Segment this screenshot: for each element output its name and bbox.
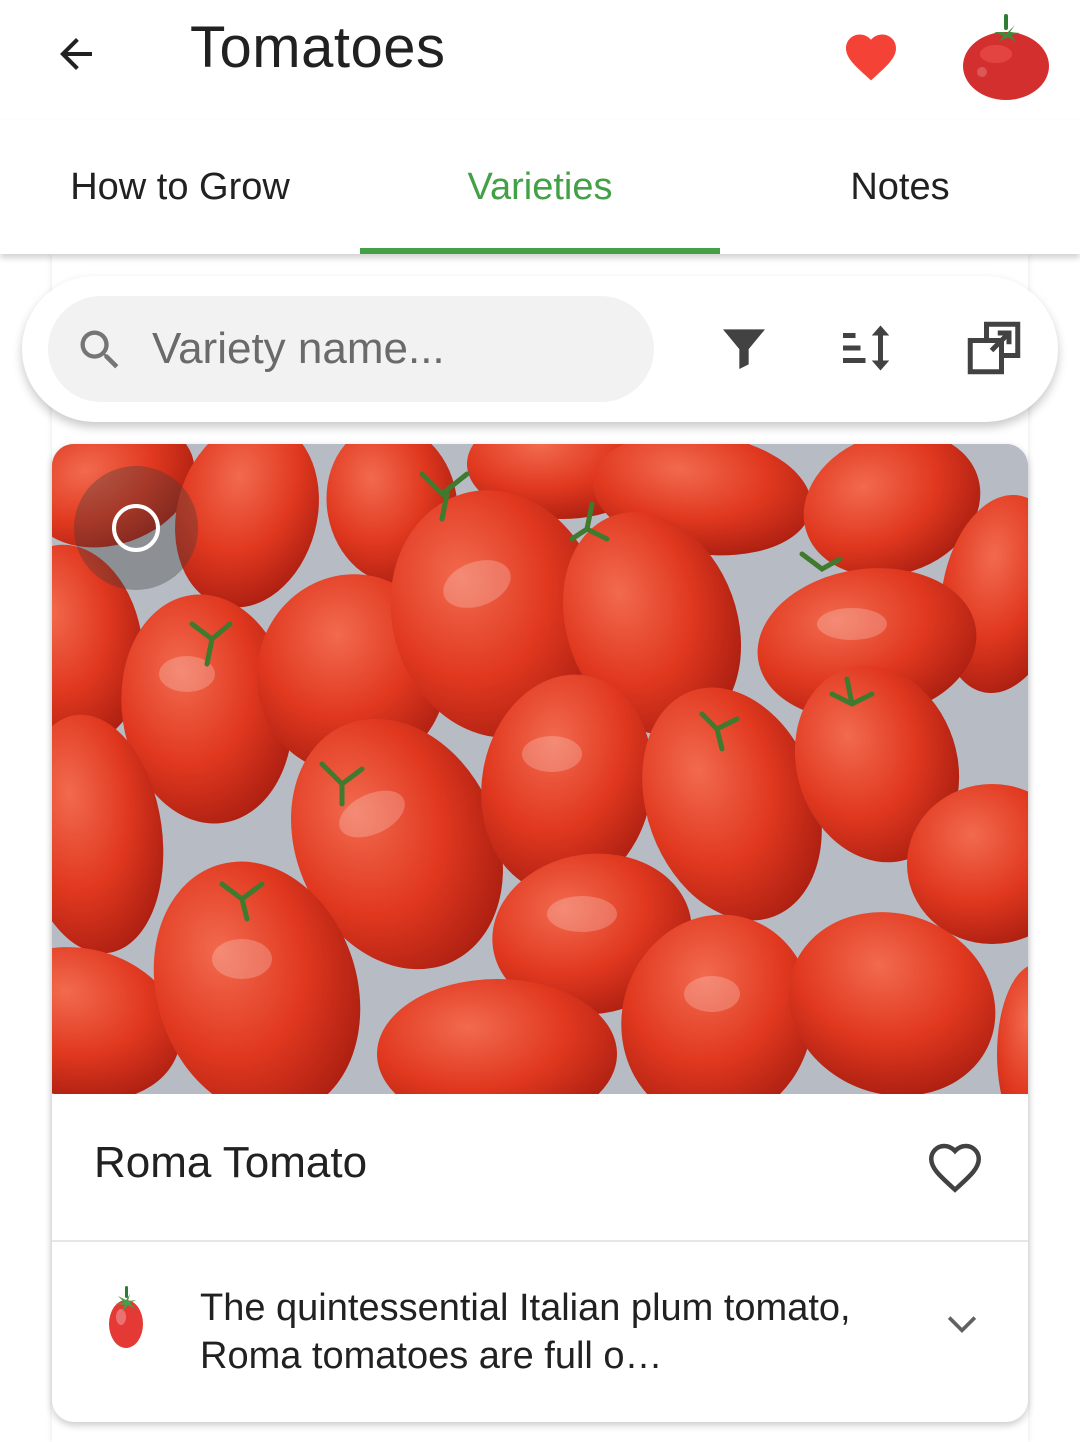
page-title: Tomatoes [190, 15, 446, 80]
select-toggle[interactable] [74, 466, 198, 590]
search-box[interactable] [48, 296, 654, 402]
variety-photo[interactable] [52, 444, 1028, 1094]
tab-indicator [360, 248, 720, 254]
tab-bar: How to Grow Varieties Notes [0, 120, 1080, 254]
heart-outline-icon [928, 1143, 982, 1193]
chevron-down-icon [947, 1316, 977, 1334]
arrow-back-icon [60, 38, 92, 70]
roma-tomatoes-photo [52, 444, 1028, 1094]
variety-description: The quintessential Italian plum tomato, … [200, 1287, 851, 1377]
tab-notes[interactable]: Notes [720, 120, 1080, 254]
compare-button[interactable] [962, 316, 1026, 380]
compare-icon [967, 321, 1021, 375]
sort-icon [843, 325, 890, 371]
variety-name: Roma Tomato [94, 1138, 368, 1187]
app-bar: Tomatoes [0, 0, 1080, 120]
favorite-button[interactable] [836, 22, 906, 92]
search-icon [80, 330, 119, 369]
plum-tomato-icon [109, 1286, 143, 1348]
variety-favorite-button[interactable] [920, 1136, 990, 1196]
plant-avatar[interactable] [958, 8, 1054, 104]
back-button[interactable] [44, 22, 108, 86]
variety-description-row[interactable]: The quintessential Italian plum tomato, … [52, 1242, 1028, 1422]
expand-button[interactable] [932, 1294, 992, 1354]
filter-icon [723, 329, 765, 369]
heart-filled-icon [846, 34, 896, 81]
filter-button[interactable] [712, 316, 776, 380]
sort-button[interactable] [836, 316, 900, 380]
search-input[interactable] [152, 296, 642, 402]
tomato-icon [963, 14, 1049, 100]
tab-varieties[interactable]: Varieties [360, 120, 720, 254]
unselected-circle-icon [112, 504, 160, 552]
variety-card[interactable]: Roma Tomato The quintessential Italian p… [52, 444, 1028, 1422]
search-toolbar [22, 276, 1058, 422]
tab-how-to-grow[interactable]: How to Grow [0, 120, 360, 254]
